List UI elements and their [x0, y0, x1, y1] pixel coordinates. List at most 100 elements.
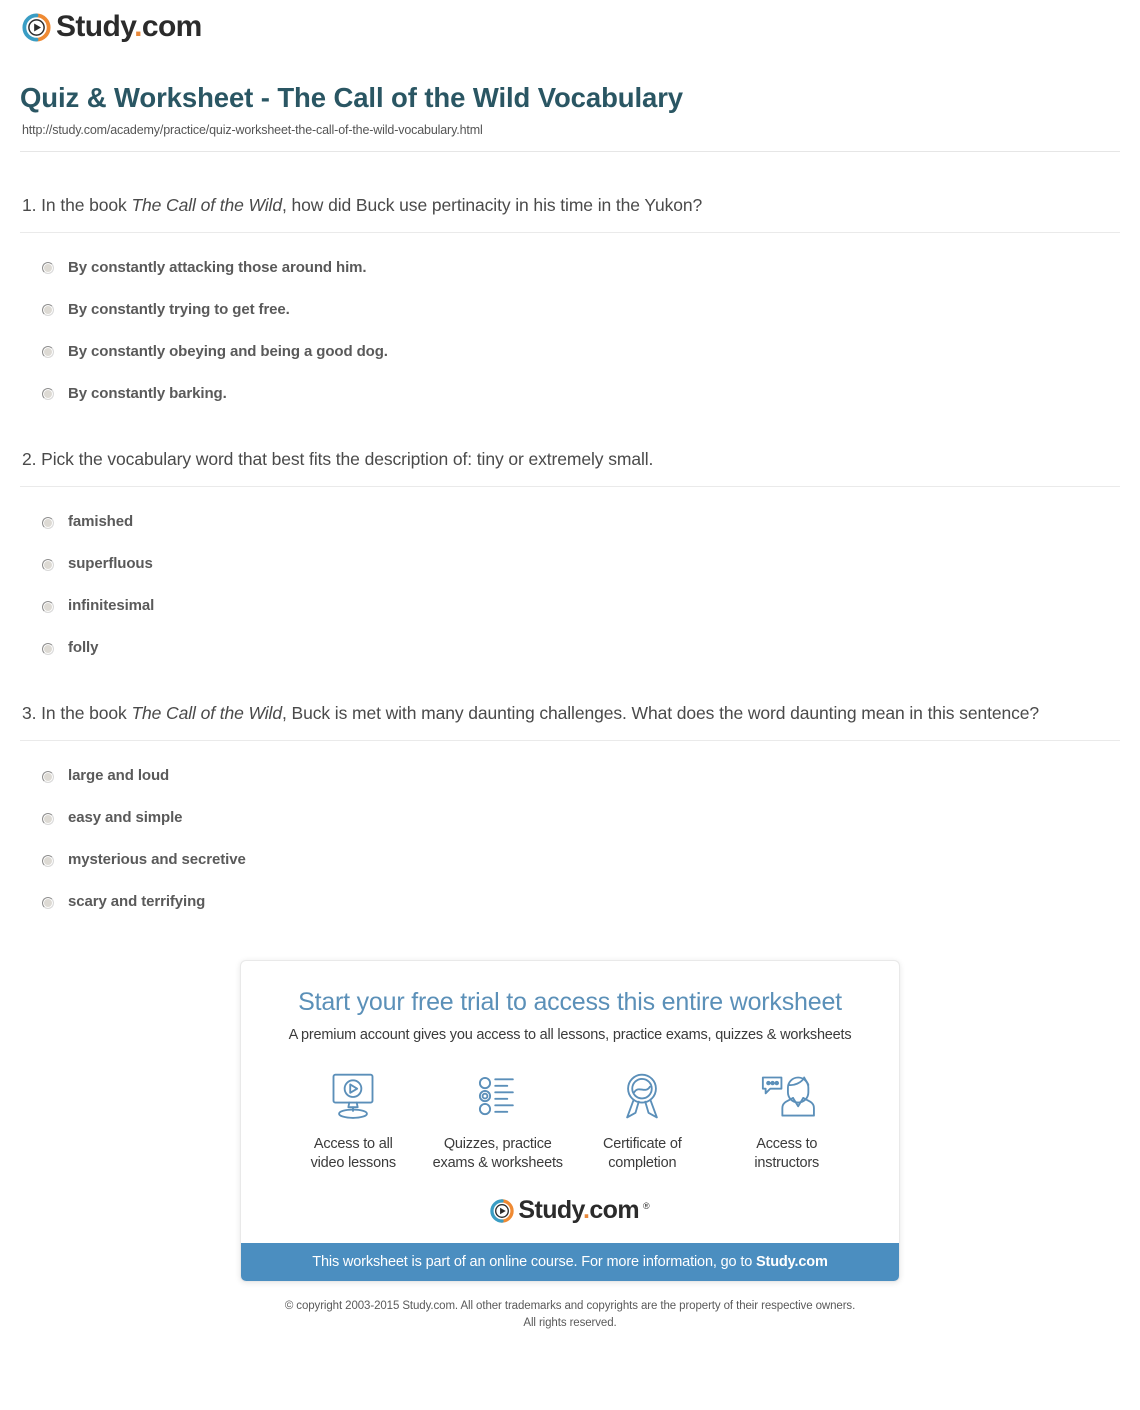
question-number-2: 2.	[22, 448, 37, 469]
options-list-3: large and loud easy and simple mysteriou…	[20, 741, 1120, 910]
promo-footer-bar[interactable]: This worksheet is part of an online cour…	[241, 1243, 899, 1282]
feature-label: Quizzes, practice exams & worksheets	[426, 1135, 571, 1172]
option-2-1[interactable]: famished	[42, 513, 1120, 530]
option-label: scary and terrifying	[68, 893, 206, 911]
feature-label-line1: Certificate of	[602, 1136, 682, 1153]
radio-button-icon[interactable]	[42, 558, 54, 571]
options-list-1: By constantly attacking those around him…	[20, 233, 1120, 402]
option-1-3[interactable]: By constantly obeying and being a good d…	[42, 343, 1120, 360]
promo-card-wrapper: Start your free trial to access this ent…	[20, 960, 1120, 1283]
radio-button-icon[interactable]	[42, 388, 54, 401]
promo-bar-text: This worksheet is part of an online cour…	[312, 1254, 757, 1271]
radio-button-icon[interactable]	[42, 812, 54, 825]
question-block-2: 2. Pick the vocabulary word that best fi…	[20, 446, 1120, 656]
copyright-line-1: © copyright 2003-2015 Study.com. All oth…	[284, 1300, 856, 1313]
option-label: famished	[68, 513, 134, 531]
page-url: http://study.com/academy/practice/quiz-w…	[22, 122, 483, 137]
radio-button-icon[interactable]	[42, 516, 54, 529]
instructor-chat-icon	[715, 1069, 860, 1125]
feature-instructors: Access to instructors	[715, 1069, 860, 1172]
feature-label-line2: instructors	[754, 1154, 820, 1171]
feature-certificate: Certificate of completion	[570, 1069, 715, 1172]
feature-label: Certificate of completion	[570, 1135, 715, 1172]
logo-word-com: com	[141, 10, 202, 43]
question-suffix-1: , how did Buck use pertinacity in his ti…	[281, 194, 703, 215]
question-block-1: 1. In the book The Call of the Wild, how…	[20, 192, 1120, 402]
option-label: superfluous	[68, 555, 153, 573]
option-1-2[interactable]: By constantly trying to get free.	[42, 301, 1120, 318]
radio-button-icon[interactable]	[42, 770, 54, 783]
feature-label-line2: exams & worksheets	[432, 1154, 563, 1171]
copyright-footer: © copyright 2003-2015 Study.com. All oth…	[20, 1298, 1120, 1331]
question-number-3: 3.	[22, 703, 37, 724]
option-2-2[interactable]: superfluous	[42, 555, 1120, 572]
question-text-1: 1. In the book The Call of the Wild, how…	[20, 192, 1120, 232]
option-label: folly	[68, 639, 99, 657]
site-header: Study.com	[0, 0, 1140, 48]
option-3-2[interactable]: easy and simple	[42, 809, 1120, 826]
question-number-1: 1.	[22, 194, 37, 215]
question-prefix-2: Pick the vocabulary word that best fits …	[41, 448, 654, 469]
feature-label-line2: video lessons	[310, 1154, 396, 1171]
logo-word-com: com	[589, 1196, 639, 1225]
question-italic-3: The Call of the Wild	[131, 703, 282, 724]
feature-label: Access to instructors	[715, 1135, 860, 1172]
radio-button-icon[interactable]	[42, 262, 54, 275]
trademark-symbol: ®	[642, 1201, 650, 1212]
promo-subhead: A premium account gives you access to al…	[288, 1027, 852, 1044]
logo-word-study: Study	[518, 1196, 583, 1225]
monitor-play-icon	[281, 1069, 426, 1125]
radio-button-icon[interactable]	[42, 896, 54, 909]
promo-bar-link[interactable]: Study.com	[756, 1254, 828, 1270]
promo-card-content: Start your free trial to access this ent…	[241, 961, 899, 1243]
question-prefix-1: In the book	[41, 194, 132, 215]
question-text-2: 2. Pick the vocabulary word that best fi…	[20, 446, 1120, 486]
question-italic-1: The Call of the Wild	[131, 194, 282, 215]
option-2-3[interactable]: infinitesimal	[42, 597, 1120, 614]
logo-dot: .	[134, 10, 142, 43]
option-label: large and loud	[68, 767, 170, 785]
radio-button-icon[interactable]	[42, 642, 54, 655]
radio-button-icon[interactable]	[42, 600, 54, 613]
radio-button-icon[interactable]	[42, 346, 54, 359]
header-divider	[20, 150, 1120, 152]
promo-headline: Start your free trial to access this ent…	[298, 988, 842, 1017]
option-1-4[interactable]: By constantly barking.	[42, 385, 1120, 402]
promo-features: Access to all video lessons Quizzes, pra…	[281, 1069, 859, 1172]
worksheet-body: Quiz & Worksheet - The Call of the Wild …	[0, 82, 1140, 1332]
feature-video-lessons: Access to all video lessons	[281, 1069, 426, 1172]
option-1-1[interactable]: By constantly attacking those around him…	[42, 259, 1120, 276]
promo-study-com-logo[interactable]: Study.com ®	[267, 1198, 873, 1223]
logo-wordmark: Study.com	[56, 12, 202, 42]
checklist-icon	[426, 1069, 571, 1125]
study-com-logo[interactable]: Study.com	[22, 12, 1140, 42]
question-suffix-3: , Buck is met with many daunting challen…	[281, 703, 1040, 724]
option-3-3[interactable]: mysterious and secretive	[42, 851, 1120, 868]
option-label: By constantly barking.	[68, 384, 227, 402]
option-label: By constantly attacking those around him…	[68, 258, 367, 276]
feature-quizzes-practice: Quizzes, practice exams & worksheets	[426, 1069, 571, 1172]
page-title: Quiz & Worksheet - The Call of the Wild …	[20, 82, 683, 113]
option-2-4[interactable]: folly	[42, 639, 1120, 656]
option-3-1[interactable]: large and loud	[42, 767, 1120, 784]
free-trial-promo-card: Start your free trial to access this ent…	[240, 960, 900, 1283]
copyright-line-2: All rights reserved.	[523, 1317, 617, 1330]
play-circle-icon	[22, 12, 51, 42]
radio-button-icon[interactable]	[42, 854, 54, 867]
feature-label-line2: completion	[608, 1154, 677, 1171]
option-label: By constantly trying to get free.	[68, 300, 290, 318]
option-label: infinitesimal	[68, 597, 155, 615]
option-3-4[interactable]: scary and terrifying	[42, 893, 1120, 910]
option-label: By constantly obeying and being a good d…	[68, 342, 388, 360]
option-label: easy and simple	[68, 809, 183, 827]
feature-label: Access to all video lessons	[281, 1135, 426, 1172]
award-ribbon-icon	[570, 1069, 715, 1125]
option-label: mysterious and secretive	[68, 851, 246, 869]
feature-label-line1: Quizzes, practice	[443, 1136, 552, 1153]
radio-button-icon[interactable]	[42, 304, 54, 317]
play-circle-icon	[490, 1199, 515, 1223]
options-list-2: famished superfluous infinitesimal folly	[20, 487, 1120, 656]
feature-label-line1: Access to all	[313, 1136, 393, 1153]
feature-label-line1: Access to	[756, 1136, 818, 1153]
logo-wordmark: Study.com	[518, 1198, 639, 1223]
